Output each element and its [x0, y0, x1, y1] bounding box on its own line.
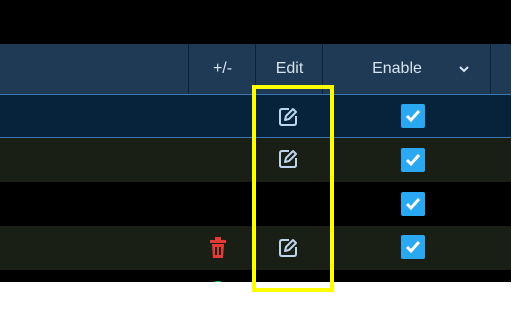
checkbox-checked-icon — [405, 241, 421, 254]
add-circle-icon[interactable] — [208, 280, 228, 282]
enable-checkbox[interactable] — [401, 148, 425, 172]
header-extra-column — [490, 44, 511, 94]
enable-checkbox[interactable] — [401, 192, 425, 216]
enable-checkbox[interactable] — [401, 235, 425, 259]
chevron-down-icon[interactable] — [457, 62, 471, 76]
header-plus-minus: +/- — [188, 44, 256, 94]
trash-icon[interactable] — [208, 237, 228, 259]
header-enable[interactable]: Enable — [322, 44, 491, 94]
enable-checkbox[interactable] — [401, 104, 425, 128]
checkbox-checked-icon — [405, 110, 421, 123]
checkbox-checked-icon — [405, 198, 421, 211]
edit-column-highlight — [252, 85, 334, 292]
checkbox-checked-icon — [405, 154, 421, 167]
header-blank-column — [0, 44, 188, 94]
header-enable-label: Enable — [372, 60, 422, 77]
